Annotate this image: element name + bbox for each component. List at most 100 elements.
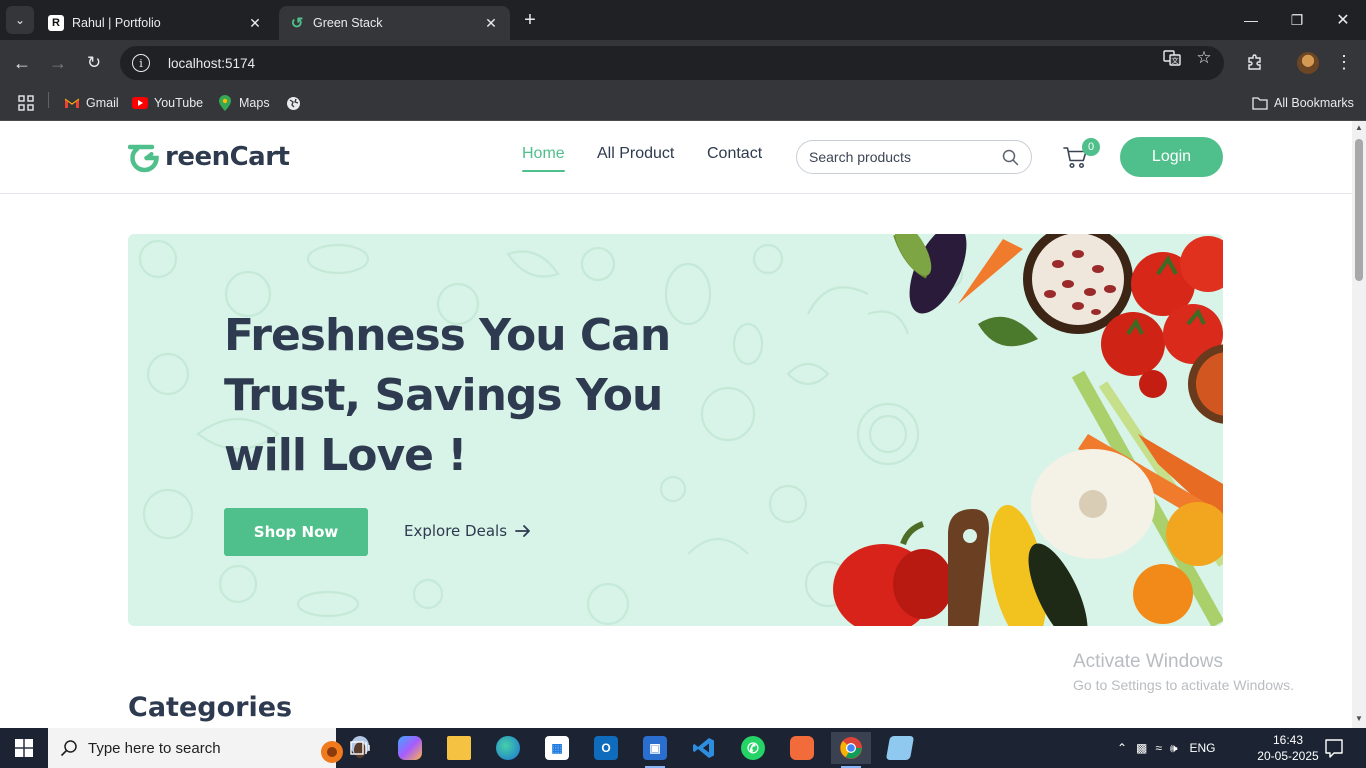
network-adapter-icon[interactable]: ▩ xyxy=(1136,741,1147,755)
taskbar-search-placeholder: Type here to search xyxy=(88,739,221,757)
bookmark-globe[interactable] xyxy=(285,93,307,113)
apps-grid-icon[interactable] xyxy=(18,93,34,113)
watermark-line2: Go to Settings to activate Windows. xyxy=(1073,677,1294,693)
maps-icon xyxy=(217,95,233,111)
nav-all-product[interactable]: All Product xyxy=(597,145,674,163)
watermark-line1: Activate Windows xyxy=(1073,651,1223,672)
edge-browser-icon[interactable] xyxy=(488,732,528,764)
close-tab-icon[interactable]: ✕ xyxy=(482,14,500,32)
activate-windows-watermark: Activate Windows Go to Settings to activ… xyxy=(1073,651,1294,693)
bookmark-star-icon[interactable]: ☆ xyxy=(1194,48,1214,68)
gmail-icon xyxy=(64,95,80,111)
chrome-icon[interactable] xyxy=(831,732,871,768)
page-scrollbar[interactable]: ▲ ▼ xyxy=(1352,121,1366,728)
youtube-icon xyxy=(132,95,148,111)
logo-text: reenCart xyxy=(165,142,290,172)
portfolio-favicon-icon: R xyxy=(48,15,64,31)
nav-active-underline xyxy=(522,170,565,172)
notifications-icon[interactable] xyxy=(1322,736,1346,760)
more-menu-icon[interactable]: ⋮ xyxy=(1332,50,1356,74)
tab-title: Green Stack xyxy=(313,16,383,30)
scroll-down-arrow-icon[interactable]: ▼ xyxy=(1352,714,1366,726)
site-info-icon[interactable]: i xyxy=(132,54,150,72)
tab-green-stack[interactable]: ↺ Green Stack ✕ xyxy=(279,6,510,40)
translate-icon[interactable]: 文 xyxy=(1162,48,1182,68)
minimize-window-icon[interactable]: — xyxy=(1228,0,1274,40)
bookmark-label: YouTube xyxy=(154,96,204,110)
reload-icon[interactable]: ↻ xyxy=(80,49,108,77)
extensions-puzzle-icon[interactable] xyxy=(1243,50,1267,74)
bookmarks-bar: Gmail YouTube Maps All Bookmarks xyxy=(0,86,1366,121)
address-url[interactable]: localhost:5174 xyxy=(168,56,255,71)
taskbar-search-box[interactable]: Type here to search xyxy=(48,728,369,768)
wifi-icon[interactable]: ≈ xyxy=(1155,741,1162,755)
profile-avatar[interactable] xyxy=(1297,52,1319,74)
windows-start-icon[interactable] xyxy=(0,728,48,768)
all-bookmarks-button[interactable]: All Bookmarks xyxy=(1252,93,1354,113)
notepad-icon[interactable] xyxy=(880,732,920,764)
search-input[interactable] xyxy=(809,149,989,165)
close-tab-icon[interactable]: ✕ xyxy=(246,14,264,32)
login-button[interactable]: Login xyxy=(1120,137,1223,177)
postman-icon[interactable] xyxy=(782,732,822,764)
language-indicator[interactable]: ENG xyxy=(1190,741,1216,755)
scroll-up-arrow-icon[interactable]: ▲ xyxy=(1352,123,1366,135)
explore-deals-label: Explore Deals xyxy=(404,522,508,540)
hero-title: Freshness You Can Trust, Savings You wil… xyxy=(224,306,694,486)
folder-icon xyxy=(1252,95,1268,111)
tab-title: Rahul | Portfolio xyxy=(72,16,161,30)
bookmark-maps[interactable]: Maps xyxy=(217,93,270,113)
search-box xyxy=(796,140,1032,174)
hero-title-line: Freshness You Can xyxy=(224,310,671,361)
hero-title-line: Trust, Savings You xyxy=(224,370,663,421)
copilot-icon[interactable] xyxy=(390,732,430,764)
new-tab-plus-icon[interactable]: + xyxy=(518,8,542,32)
shop-now-button[interactable]: Shop Now xyxy=(224,508,368,556)
bookmarks-divider xyxy=(48,92,49,108)
scroll-thumb[interactable] xyxy=(1355,139,1363,281)
back-arrow-icon[interactable]: ← xyxy=(8,49,36,77)
microsoft-store-icon[interactable]: ▦ xyxy=(537,732,577,764)
task-view-icon[interactable] xyxy=(340,732,380,764)
file-explorer-icon[interactable] xyxy=(439,732,479,764)
clock-date: 20-05-2025 xyxy=(1257,749,1319,763)
volume-icon[interactable]: 🕪 xyxy=(1170,741,1178,756)
search-icon xyxy=(60,740,77,757)
greencart-favicon-icon: ↺ xyxy=(290,15,304,32)
arrow-right-icon xyxy=(515,525,530,537)
cart-count-badge: 0 xyxy=(1082,138,1100,156)
logo-g-icon xyxy=(128,144,159,173)
greencart-logo[interactable]: reenCart xyxy=(128,141,290,173)
remote-desktop-icon[interactable]: ▣ xyxy=(635,732,675,768)
vegetables-illustration xyxy=(833,234,1223,626)
hero-title-line: will Love ! xyxy=(224,430,467,481)
vscode-icon[interactable] xyxy=(684,732,724,764)
explore-deals-link[interactable]: Explore Deals xyxy=(404,522,531,540)
categories-heading: Categories xyxy=(128,692,293,723)
nav-home[interactable]: Home xyxy=(522,145,565,163)
browser-tab-strip: ⌄ R Rahul | Portfolio ✕ ↺ Green Stack ✕ … xyxy=(0,0,1366,40)
tab-search-chevron-icon[interactable]: ⌄ xyxy=(6,6,34,34)
whatsapp-icon[interactable]: ✆ xyxy=(733,732,773,764)
hero-banner: Freshness You Can Trust, Savings You wil… xyxy=(128,234,1223,626)
search-icon[interactable] xyxy=(1002,149,1019,166)
restore-window-icon[interactable]: ❐ xyxy=(1274,0,1320,40)
forward-arrow-icon[interactable]: → xyxy=(44,49,72,77)
outlook-icon[interactable]: O xyxy=(586,732,626,764)
bookmark-label: Gmail xyxy=(86,96,119,110)
site-navbar: reenCart Home All Product Contact 0 Logi… xyxy=(0,121,1352,194)
bookmark-youtube[interactable]: YouTube xyxy=(132,93,203,113)
web-page: reenCart Home All Product Contact 0 Logi… xyxy=(0,121,1352,728)
globe-icon xyxy=(285,95,301,111)
close-window-icon[interactable]: ✕ xyxy=(1320,0,1366,40)
browser-toolbar: ← → ↻ i localhost:5174 文 ☆ ⋮ xyxy=(0,40,1366,86)
tab-portfolio[interactable]: R Rahul | Portfolio ✕ xyxy=(38,6,274,40)
nav-contact[interactable]: Contact xyxy=(707,145,762,163)
address-bar[interactable]: i localhost:5174 xyxy=(120,46,1224,80)
clock-time: 16:43 xyxy=(1272,733,1304,747)
tray-expand-chevron-icon[interactable]: ⌃ xyxy=(1116,741,1128,755)
taskbar-clock[interactable]: 16:43 20-05-2025 xyxy=(1252,732,1324,764)
system-tray: ⌃ ▩ ≈ 🕪 ENG xyxy=(1116,728,1216,768)
windows-taskbar: Type here to search ▦ O ▣ ✆ ⌃ ▩ ≈ 🕪 ENG … xyxy=(0,728,1366,768)
bookmark-gmail[interactable]: Gmail xyxy=(64,93,119,113)
